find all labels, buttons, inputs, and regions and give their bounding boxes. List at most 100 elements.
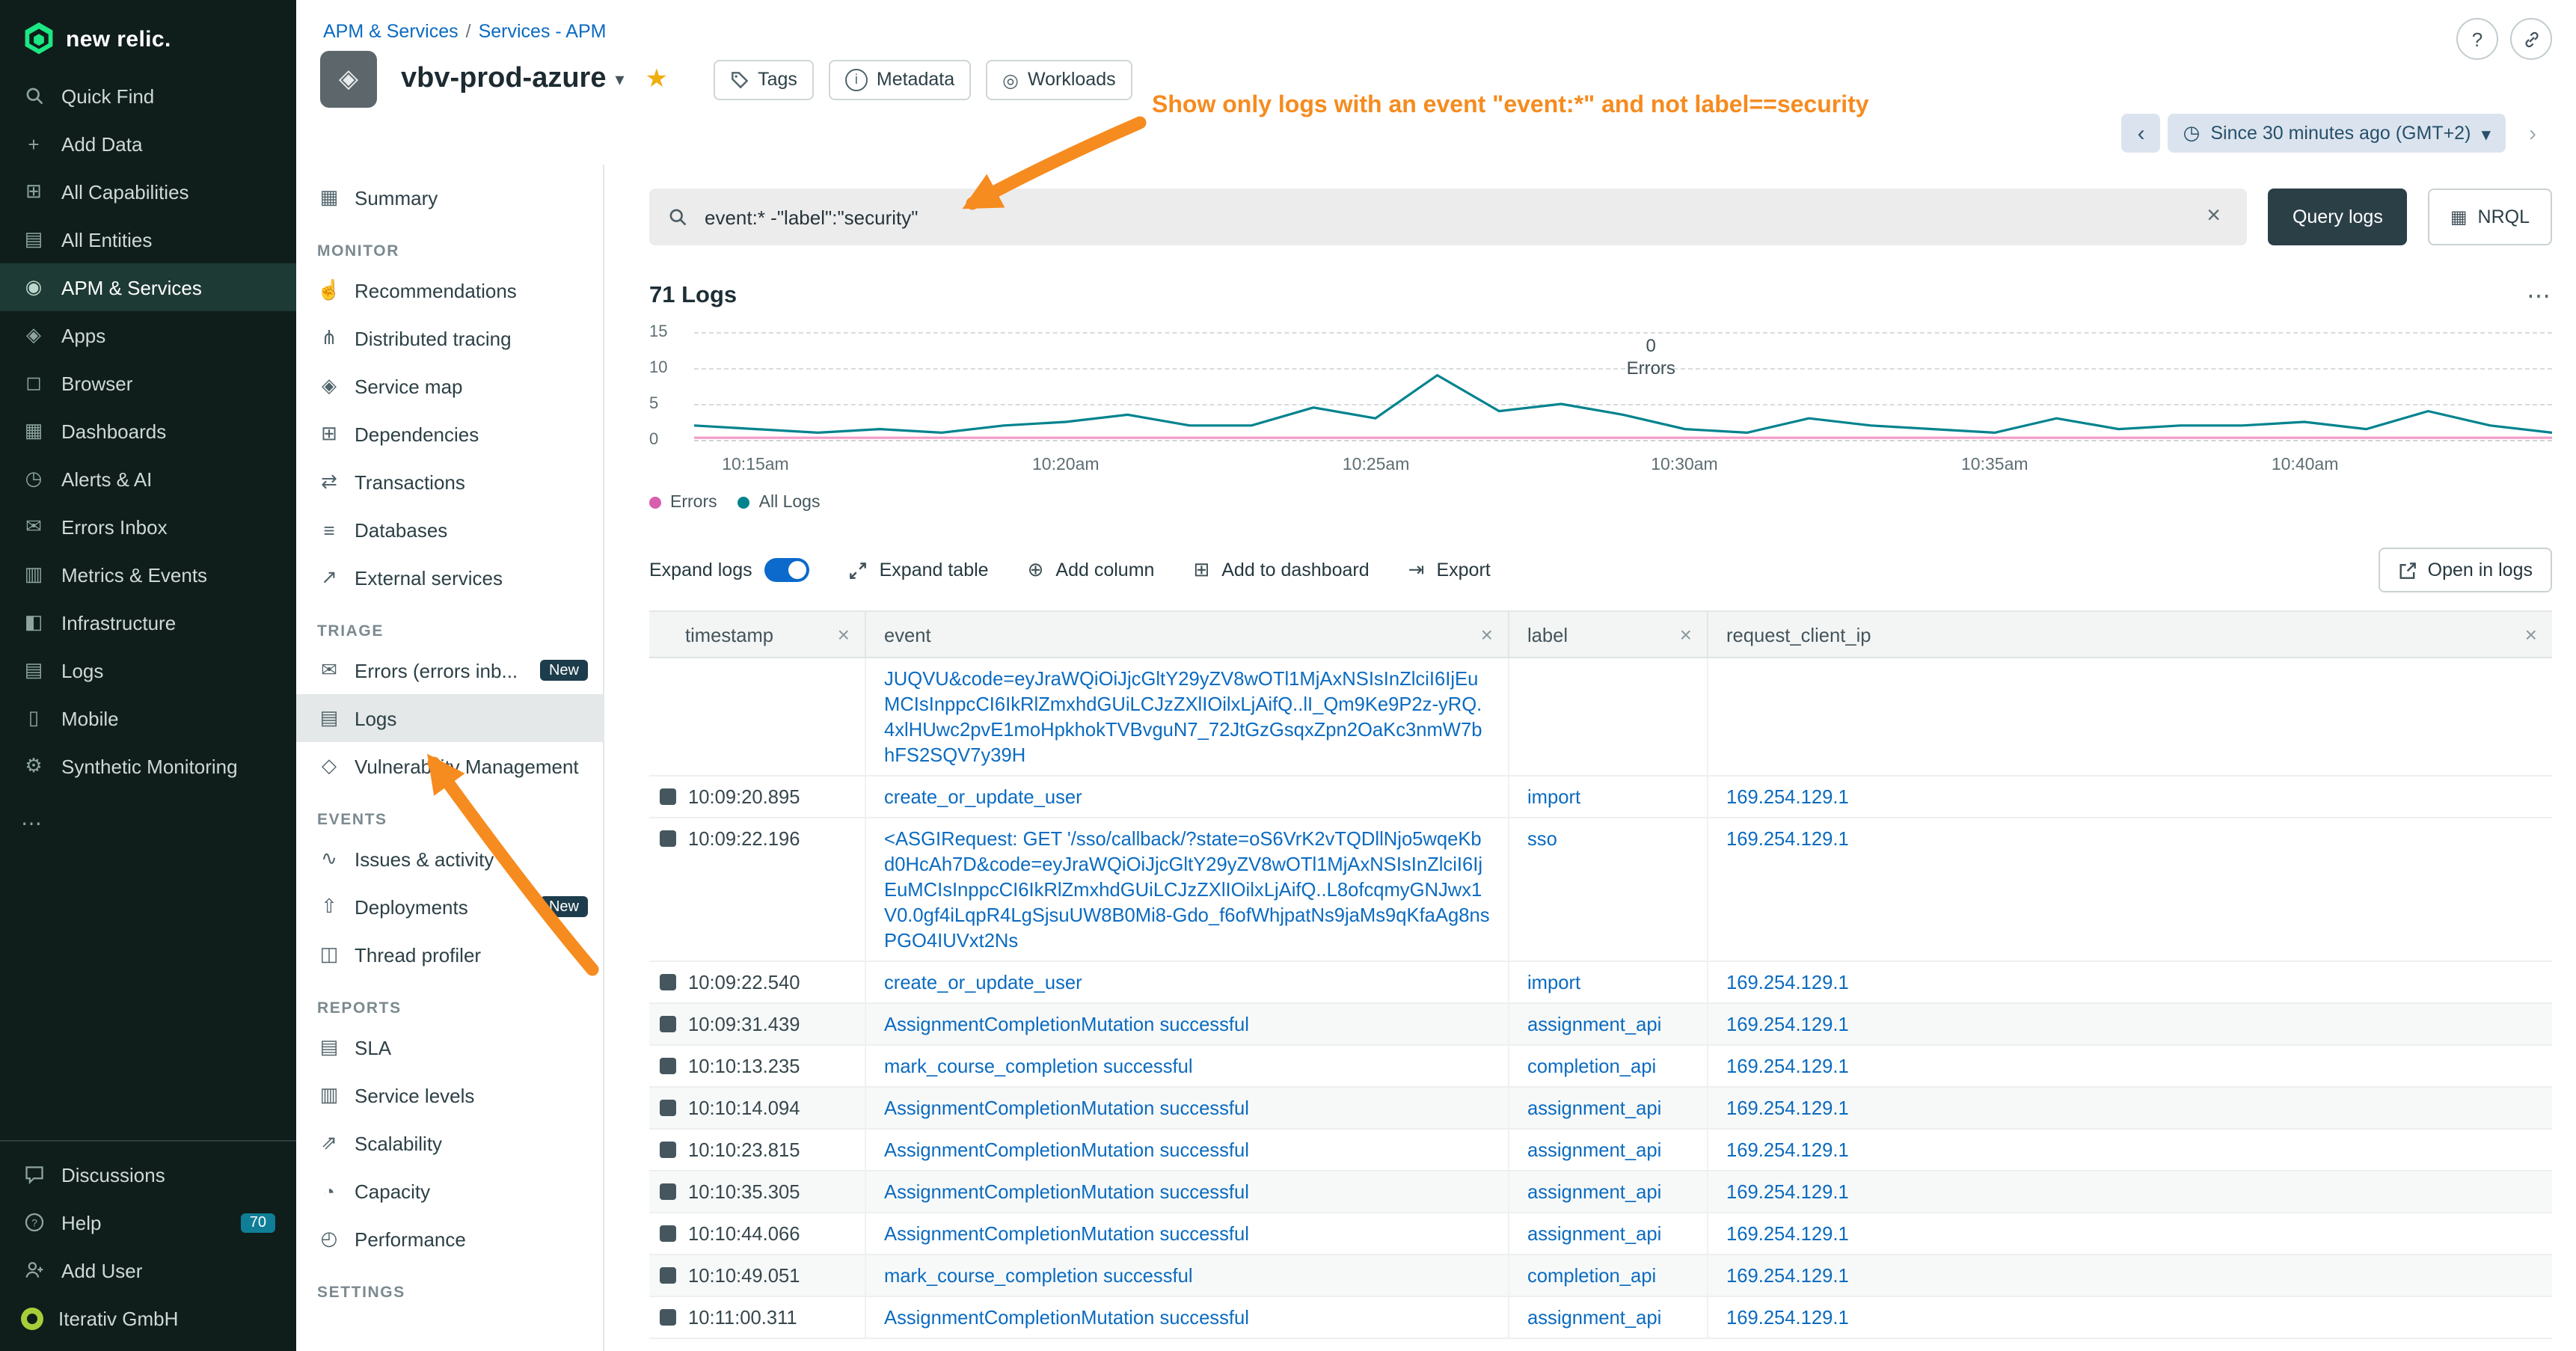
open-in-logs-button[interactable]: Open in logs [2379, 548, 2552, 592]
log-row[interactable]: 10:09:20.895 create_or_update_user impor… [649, 776, 2552, 818]
secondary-nav-issues-activity[interactable]: ∿ Issues & activity [296, 835, 603, 883]
log-ip-link[interactable]: 169.254.129.1 [1726, 1264, 1849, 1287]
log-row[interactable]: 10:10:44.066 AssignmentCompletionMutatio… [649, 1213, 2552, 1255]
secondary-nav-recommendations[interactable]: ☝ Recommendations [296, 266, 603, 314]
global-nav-errors-inbox[interactable]: ✉ Errors Inbox [0, 503, 296, 551]
log-row[interactable]: 10:10:49.051 mark_course_completion succ… [649, 1255, 2552, 1297]
log-row-marker[interactable] [660, 788, 676, 805]
footer-discussions[interactable]: Discussions [0, 1151, 296, 1198]
log-row-marker[interactable] [660, 1058, 676, 1074]
log-ip-link[interactable]: 169.254.129.1 [1726, 785, 1849, 808]
global-nav-quick-find[interactable]: Quick Find [0, 72, 296, 120]
secondary-nav-vulnerability-management[interactable]: ◇ Vulnerability Management [296, 742, 603, 790]
global-nav-alerts-ai[interactable]: ◷ Alerts & AI [0, 455, 296, 503]
newrelic-logo[interactable]: new relic. [0, 0, 296, 72]
global-nav-infrastructure[interactable]: ◧ Infrastructure [0, 598, 296, 646]
log-label-link[interactable]: assignment_api [1527, 1222, 1661, 1245]
secondary-nav-service-levels[interactable]: ▥ Service levels [296, 1071, 603, 1119]
log-row[interactable]: 10:09:22.540 create_or_update_user impor… [649, 962, 2552, 1004]
log-event-link[interactable]: AssignmentCompletionMutation successful [884, 1097, 1249, 1119]
log-ip-link[interactable]: 169.254.129.1 [1726, 1180, 1849, 1203]
log-row-marker[interactable] [660, 1183, 676, 1200]
expand-logs-toggle[interactable] [764, 558, 809, 582]
chart-menu-icon[interactable]: ⋯ [2527, 281, 2552, 311]
log-event-link[interactable]: AssignmentCompletionMutation successful [884, 1222, 1249, 1245]
log-ip-link[interactable]: 169.254.129.1 [1726, 1013, 1849, 1035]
log-row-marker[interactable] [660, 1142, 676, 1158]
log-row-marker[interactable] [660, 830, 676, 847]
breadcrumb-apm-services[interactable]: APM & Services [323, 21, 459, 42]
log-event-link[interactable]: AssignmentCompletionMutation successful [884, 1013, 1249, 1035]
log-row[interactable]: 10:09:22.196 <ASGIRequest: GET '/sso/cal… [649, 818, 2552, 962]
secondary-nav-external-services[interactable]: ↗ External services [296, 554, 603, 601]
secondary-nav-thread-profiler[interactable]: ◫ Thread profiler [296, 931, 603, 978]
secondary-nav-capacity[interactable]: ◔ Capacity [296, 1167, 603, 1215]
entity-name-dropdown[interactable]: vbv-prod-azure ▾ [392, 61, 634, 97]
permalink-icon[interactable] [2510, 18, 2552, 60]
secondary-nav-dependencies[interactable]: ⊞ Dependencies [296, 410, 603, 458]
global-nav-apps[interactable]: ◈ Apps [0, 311, 296, 359]
log-ip-link[interactable]: 169.254.129.1 [1726, 971, 1849, 993]
export-button[interactable]: ⇥ Export [1408, 558, 1491, 582]
log-row-marker[interactable] [660, 974, 676, 990]
global-nav-browser[interactable]: ◻ Browser [0, 359, 296, 407]
secondary-nav-performance[interactable]: ◴ Performance [296, 1215, 603, 1263]
log-label-link[interactable]: completion_api [1527, 1055, 1656, 1077]
footer-account[interactable]: Iterativ GmbH [0, 1294, 296, 1342]
legend-all-logs[interactable]: All Logs [738, 494, 821, 512]
remove-timestamp-column-icon[interactable]: × [838, 624, 850, 645]
log-ip-link[interactable]: 169.254.129.1 [1726, 1055, 1849, 1077]
workloads-button[interactable]: ◎ Workloads [986, 59, 1132, 99]
secondary-nav-transactions[interactable]: ⇄ Transactions [296, 458, 603, 506]
log-event-link[interactable]: JUQVU&code=eyJraWQiOiJjcGltY29yZV8wOTl1M… [884, 667, 1482, 766]
legend-errors[interactable]: Errors [649, 494, 717, 512]
time-back-button[interactable]: ‹ [2122, 114, 2161, 153]
global-nav-synthetic-monitoring[interactable]: ⚙ Synthetic Monitoring [0, 742, 296, 790]
log-row-marker[interactable] [660, 1100, 676, 1116]
global-nav-add-data[interactable]: + Add Data [0, 120, 296, 168]
secondary-nav-service-map[interactable]: ◈ Service map [296, 362, 603, 410]
secondary-nav-deployments[interactable]: ⇧ Deployments New [296, 883, 603, 931]
secondary-nav-databases[interactable]: ≡ Databases [296, 506, 603, 554]
global-nav-logs[interactable]: ▤ Logs [0, 646, 296, 694]
secondary-nav-sla[interactable]: ▤ SLA [296, 1023, 603, 1071]
log-row-marker[interactable] [660, 1225, 676, 1242]
clear-query-icon[interactable]: × [2198, 203, 2230, 230]
add-column-button[interactable]: ⊕ Add column [1028, 558, 1155, 582]
secondary-nav-scalability[interactable]: ⇗ Scalability [296, 1119, 603, 1167]
log-row-partial[interactable]: JUQVU&code=eyJraWQiOiJjcGltY29yZV8wOTl1M… [649, 658, 2552, 776]
log-event-link[interactable]: AssignmentCompletionMutation successful [884, 1180, 1249, 1203]
log-label-link[interactable]: assignment_api [1527, 1139, 1661, 1161]
tags-button[interactable]: Tags [713, 59, 814, 99]
log-row[interactable]: 10:10:13.235 mark_course_completion succ… [649, 1046, 2552, 1088]
favorite-star-icon[interactable]: ★ [645, 64, 669, 94]
log-query-input[interactable] [702, 204, 2184, 230]
log-row[interactable]: 10:09:31.439 AssignmentCompletionMutatio… [649, 1004, 2552, 1046]
add-to-dashboard-button[interactable]: ⊞ Add to dashboard [1193, 558, 1369, 582]
time-picker[interactable]: ◷ Since 30 minutes ago (GMT+2) ▾ [2168, 114, 2506, 153]
secondary-nav-errors-inbox[interactable]: ✉ Errors (errors inb... New [296, 646, 603, 694]
global-nav-apm-services[interactable]: ◉ APM & Services [0, 263, 296, 311]
log-event-link[interactable]: AssignmentCompletionMutation successful [884, 1139, 1249, 1161]
metadata-button[interactable]: i Metadata [829, 59, 971, 99]
log-event-link[interactable]: mark_course_completion successful [884, 1055, 1193, 1077]
log-ip-link[interactable]: 169.254.129.1 [1726, 827, 1849, 850]
global-nav-metrics-events[interactable]: ▥ Metrics & Events [0, 551, 296, 598]
log-label-link[interactable]: import [1527, 785, 1580, 808]
log-row[interactable]: 10:11:00.311 AssignmentCompletionMutatio… [649, 1297, 2552, 1339]
global-nav-all-entities[interactable]: ▤ All Entities [0, 215, 296, 263]
query-logs-button[interactable]: Query logs [2269, 189, 2407, 245]
log-label-link[interactable]: assignment_api [1527, 1306, 1661, 1329]
expand-table-button[interactable]: Expand table [848, 560, 989, 580]
log-label-link[interactable]: completion_api [1527, 1264, 1656, 1287]
breadcrumb-services-apm[interactable]: Services - APM [479, 21, 607, 42]
footer-help[interactable]: ? Help 70 [0, 1198, 296, 1246]
log-label-link[interactable]: assignment_api [1527, 1180, 1661, 1203]
nrql-button[interactable]: ▦ NRQL [2428, 189, 2552, 245]
secondary-nav-summary[interactable]: ▦ Summary [296, 174, 603, 221]
log-ip-link[interactable]: 169.254.129.1 [1726, 1097, 1849, 1119]
log-event-link[interactable]: create_or_update_user [884, 785, 1082, 808]
log-row-marker[interactable] [660, 1016, 676, 1032]
log-label-link[interactable]: sso [1527, 827, 1557, 850]
help-icon[interactable]: ? [2456, 18, 2498, 60]
